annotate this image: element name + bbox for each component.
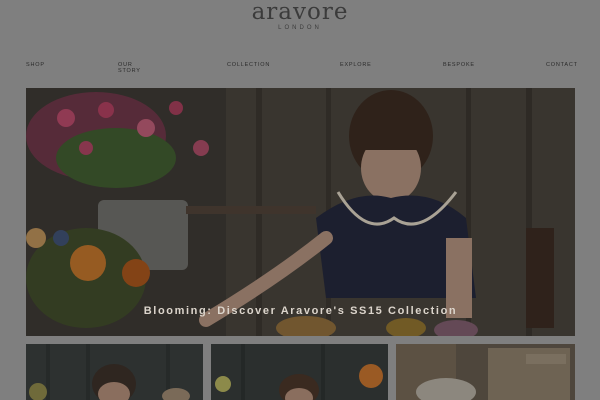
brand-logo[interactable]: aravore	[0, 0, 600, 24]
collection-tile[interactable]	[26, 344, 203, 400]
collection-tile[interactable]	[396, 344, 575, 400]
hero-photo	[26, 88, 575, 336]
tile-photo	[211, 344, 388, 400]
nav-item-explore[interactable]: EXPLORE	[340, 62, 372, 68]
nav-item-bespoke[interactable]: BESPOKE	[443, 62, 475, 68]
tile-photo	[26, 344, 203, 400]
hero-banner[interactable]: Blooming: Discover Aravore's SS15 Collec…	[26, 88, 575, 336]
main-navigation: SHOP OUR STORY COLLECTION EXPLORE BESPOK…	[0, 58, 600, 78]
tile-photo	[396, 344, 575, 400]
hero-caption[interactable]: Blooming: Discover Aravore's SS15 Collec…	[26, 305, 575, 317]
collection-tile[interactable]	[211, 344, 388, 400]
nav-item-our-story[interactable]: OUR STORY	[118, 62, 146, 74]
nav-item-contact[interactable]: CONTACT	[546, 62, 578, 68]
site-header: aravore LONDON	[0, 0, 600, 31]
nav-item-shop[interactable]: SHOP	[26, 62, 45, 68]
brand-location: LONDON	[278, 25, 322, 31]
nav-item-collection[interactable]: COLLECTION	[227, 62, 270, 68]
